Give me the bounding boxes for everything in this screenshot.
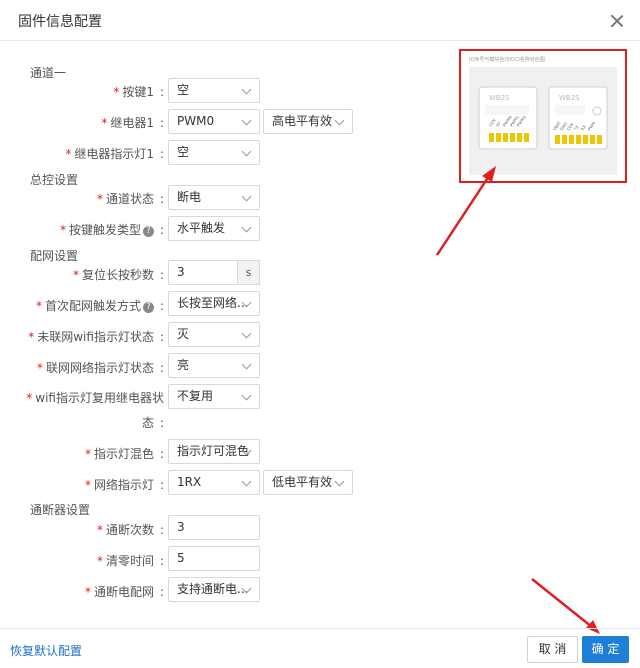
module-diagram: WB2S WB2S CEN IO PWM0 PWM1 PWM2 VBAT GND… bbox=[478, 86, 608, 150]
wifi-led-reuse-select[interactable]: 不复用 bbox=[168, 384, 260, 409]
help-icon[interactable]: ? bbox=[142, 226, 154, 237]
pin-pad bbox=[583, 135, 588, 144]
module-right-name: WB2S bbox=[559, 94, 580, 102]
toggle-network-select[interactable]: 支持通断电... bbox=[168, 577, 260, 602]
led-mix-select[interactable]: 指示灯可混色 bbox=[168, 439, 260, 464]
section-network: 配网设置 bbox=[30, 249, 79, 263]
pin-pad bbox=[510, 133, 515, 142]
chevron-down-icon bbox=[241, 328, 252, 339]
first-trigger-select[interactable]: 长按至网络... bbox=[168, 291, 260, 316]
pin-pad bbox=[517, 133, 522, 142]
led-mix-label: * 指示灯混色: bbox=[84, 447, 164, 461]
toggle-count-label: * 通断次数: bbox=[96, 523, 164, 537]
chevron-down-icon bbox=[334, 115, 345, 126]
pin-pad bbox=[569, 135, 574, 144]
reset-seconds-label: * 复位长按秒数: bbox=[72, 268, 164, 282]
connected-led-label: * 联网网络指示灯状态: bbox=[36, 361, 164, 375]
not-connected-led-label: * 未联网wifi指示灯状态: bbox=[28, 330, 164, 344]
channel-state-select[interactable]: 断电 bbox=[168, 185, 260, 210]
help-icon[interactable]: ? bbox=[142, 302, 154, 313]
pin-pad bbox=[524, 133, 529, 142]
key1-select[interactable]: 空 bbox=[168, 78, 260, 103]
relay1-label: * 继电器1: bbox=[101, 116, 164, 130]
chevron-down-icon bbox=[241, 115, 252, 126]
toggle-network-label: * 通断电配网: bbox=[84, 585, 164, 599]
pin-pad bbox=[590, 135, 595, 144]
pin-pad bbox=[496, 133, 501, 142]
pin-pad bbox=[562, 135, 567, 144]
chevron-down-icon bbox=[241, 146, 252, 157]
pinout-preview[interactable]: IO序号与模块丝印IO口名称对应图 WB2S WB2S CEN IO PWM0 … bbox=[459, 49, 627, 183]
network-led-label: * 网络指示灯: bbox=[84, 478, 164, 492]
chevron-down-icon bbox=[241, 191, 252, 202]
reset-defaults-link[interactable]: 恢复默认配置 bbox=[10, 642, 82, 659]
network-led-level-select[interactable]: 低电平有效 bbox=[263, 470, 353, 495]
pin-pad bbox=[597, 135, 602, 144]
chevron-down-icon bbox=[241, 84, 252, 95]
chevron-down-icon bbox=[241, 222, 252, 233]
key-trigger-select[interactable]: 水平触发 bbox=[168, 216, 260, 241]
connected-led-select[interactable]: 亮 bbox=[168, 353, 260, 378]
relay-led1-label: * 继电器指示灯1: bbox=[65, 147, 164, 161]
preview-caption: IO序号与模块丝印IO口名称对应图 bbox=[469, 57, 545, 63]
footer-divider bbox=[0, 628, 640, 629]
wifi-led-reuse-label: * wifi指示灯复用继电器状 bbox=[26, 391, 164, 405]
arrow-to-confirm bbox=[531, 578, 600, 634]
confirm-button[interactable]: 确 定 bbox=[582, 636, 629, 663]
cancel-button[interactable]: 取 消 bbox=[527, 636, 578, 663]
chip-right bbox=[555, 105, 585, 115]
pads-right bbox=[555, 135, 602, 144]
reset-seconds-input[interactable]: 3 bbox=[168, 260, 238, 285]
clear-time-input[interactable]: 5 bbox=[168, 546, 260, 571]
dialog-title: 固件信息配置 bbox=[18, 14, 102, 30]
module-left-name: WB2S bbox=[489, 94, 510, 102]
close-icon[interactable] bbox=[610, 14, 624, 28]
pin-pad bbox=[555, 135, 560, 144]
chevron-down-icon bbox=[241, 476, 252, 487]
mount-hole bbox=[592, 106, 602, 116]
relay1-level-select[interactable]: 高电平有效 bbox=[263, 109, 353, 134]
key1-label: * 按键1: bbox=[113, 85, 164, 99]
not-connected-led-select[interactable]: 灭 bbox=[168, 322, 260, 347]
section-master: 总控设置 bbox=[30, 173, 79, 187]
key-trigger-label: * 按键触发类型?: bbox=[59, 223, 164, 237]
clear-time-label: * 清零时间: bbox=[96, 554, 164, 568]
chevron-down-icon bbox=[334, 476, 345, 487]
network-led-select[interactable]: 1RX bbox=[168, 470, 260, 495]
header-divider bbox=[0, 40, 640, 41]
chip-left bbox=[485, 105, 529, 115]
section-channel: 通道一 bbox=[30, 66, 67, 80]
pin-pad bbox=[503, 133, 508, 142]
first-trigger-label: * 首次配网触发方式?: bbox=[35, 299, 164, 313]
chevron-down-icon bbox=[241, 390, 252, 401]
pin-pad bbox=[576, 135, 581, 144]
channel-state-label: * 通道状态: bbox=[96, 192, 164, 206]
module-pinout-image: WB2S WB2S CEN IO PWM0 PWM1 PWM2 VBAT GND… bbox=[469, 67, 617, 175]
section-switch: 通断器设置 bbox=[30, 503, 91, 517]
seconds-unit: s bbox=[238, 260, 260, 285]
relay-led1-select[interactable]: 空 bbox=[168, 140, 260, 165]
wifi-led-reuse-label-cont: 态: bbox=[141, 416, 164, 430]
chevron-down-icon bbox=[241, 359, 252, 370]
toggle-count-input[interactable]: 3 bbox=[168, 515, 260, 540]
relay1-select[interactable]: PWM0 bbox=[168, 109, 260, 134]
pin-pad bbox=[489, 133, 494, 142]
